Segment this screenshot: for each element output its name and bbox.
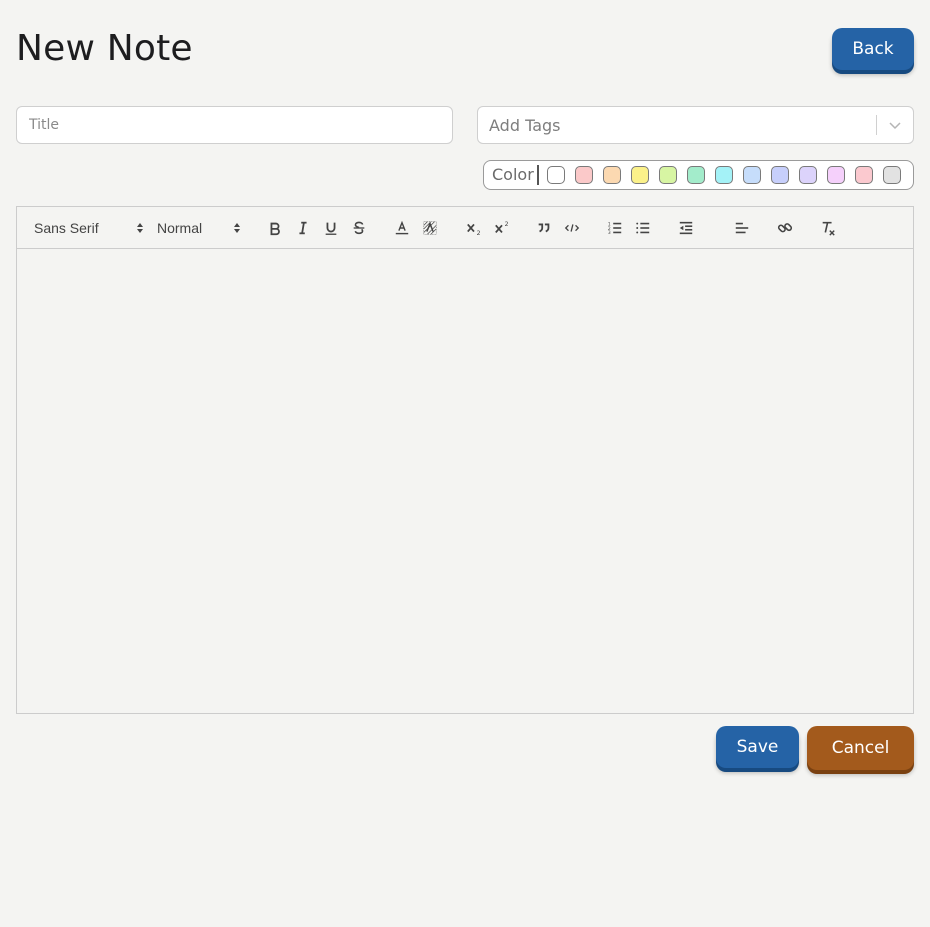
strike-button[interactable] <box>351 207 367 249</box>
color-swatch[interactable] <box>686 166 705 184</box>
color-swatch[interactable] <box>826 166 845 184</box>
superscript-icon: 2 <box>495 221 509 234</box>
color-swatch[interactable] <box>798 166 817 184</box>
color-label: Color <box>492 165 539 185</box>
bullet-list-icon <box>636 222 650 234</box>
subscript-button[interactable]: 2 <box>465 207 483 249</box>
bold-icon <box>270 222 280 236</box>
editor-content-area[interactable] <box>17 249 913 713</box>
color-swatch[interactable] <box>882 166 901 184</box>
align-icon <box>735 222 749 234</box>
align-button[interactable] <box>734 207 750 249</box>
link-icon <box>777 223 793 233</box>
color-swatch[interactable] <box>658 166 677 184</box>
code-block-icon <box>564 224 580 232</box>
blockquote-button[interactable] <box>536 207 552 249</box>
back-button[interactable]: Back <box>832 28 914 70</box>
strike-icon <box>353 221 365 235</box>
link-button[interactable] <box>777 207 793 249</box>
clear-format-icon <box>822 221 835 236</box>
font-picker[interactable]: Sans Serif <box>34 207 143 249</box>
text-color-button[interactable] <box>394 207 410 249</box>
color-picker: Color <box>483 160 914 190</box>
color-swatch[interactable] <box>714 166 733 184</box>
color-swatch[interactable] <box>574 166 593 184</box>
code-block-button[interactable] <box>564 207 580 249</box>
italic-button[interactable] <box>295 207 311 249</box>
svg-text:3: 3 <box>608 230 611 236</box>
color-swatch[interactable] <box>770 166 789 184</box>
cancel-button[interactable]: Cancel <box>807 726 914 770</box>
text-color-icon <box>395 220 409 235</box>
ordered-list-icon: 1 2 3 <box>608 221 622 236</box>
color-swatch[interactable] <box>546 166 565 184</box>
subscript-icon: 2 <box>467 223 481 236</box>
bold-button[interactable] <box>267 207 283 249</box>
underline-button[interactable] <box>323 207 339 249</box>
underline-icon <box>325 222 337 235</box>
save-button[interactable]: Save <box>716 726 799 768</box>
select-arrows-icon <box>137 223 143 233</box>
editor-toolbar: Sans Serif Normal 2 2 1 2 3 <box>17 207 913 249</box>
size-picker[interactable]: Normal <box>157 207 247 249</box>
background-color-button[interactable] <box>422 207 438 249</box>
rich-text-editor: Sans Serif Normal 2 2 1 2 3 <box>16 206 914 714</box>
color-swatch[interactable] <box>854 166 873 184</box>
page-title: New Note <box>16 28 193 69</box>
color-swatch[interactable] <box>630 166 649 184</box>
tags-select[interactable]: Add Tags <box>477 106 914 144</box>
font-picker-value: Sans Serif <box>34 220 99 236</box>
svg-text:2: 2 <box>477 230 481 236</box>
color-swatch[interactable] <box>742 166 761 184</box>
color-swatch[interactable] <box>602 166 621 184</box>
italic-icon <box>299 221 307 235</box>
title-input[interactable] <box>16 106 453 144</box>
outdent-icon <box>679 221 693 235</box>
svg-text:2: 2 <box>505 221 509 228</box>
color-swatches <box>546 166 911 184</box>
select-arrows-icon <box>234 223 240 233</box>
outdent-button[interactable] <box>678 207 694 249</box>
ordered-list-button[interactable]: 1 2 3 <box>607 207 623 249</box>
size-picker-value: Normal <box>157 220 203 236</box>
blockquote-icon <box>538 223 550 233</box>
superscript-button[interactable]: 2 <box>493 207 511 249</box>
chevron-down-icon[interactable] <box>877 120 913 130</box>
background-color-icon <box>423 221 437 235</box>
bullet-list-button[interactable] <box>635 207 651 249</box>
tags-placeholder: Add Tags <box>489 115 561 135</box>
clear-format-button[interactable] <box>820 207 836 249</box>
